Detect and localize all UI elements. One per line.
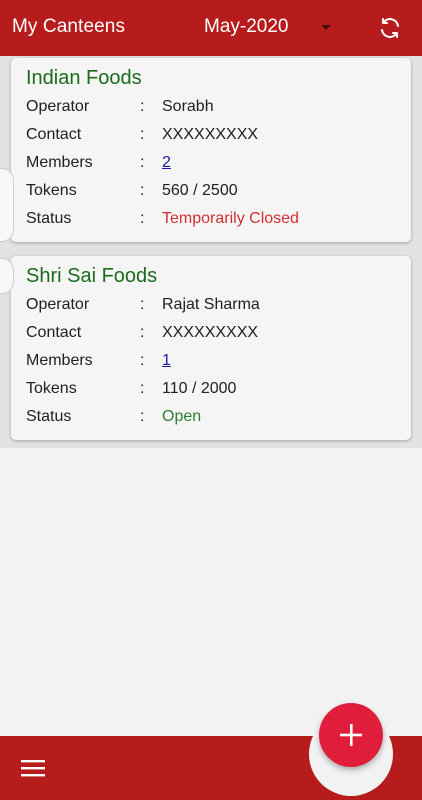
separator: :	[140, 98, 145, 115]
canteen-name: Shri Sai Foods	[26, 265, 158, 287]
menu-button[interactable]	[16, 752, 50, 784]
operator-row: Operator : Sorabh	[26, 98, 406, 120]
operator-row: Operator : Rajat Sharma	[26, 296, 406, 318]
plus-icon	[340, 724, 362, 746]
operator-label: Operator	[26, 98, 90, 115]
members-label: Members	[26, 352, 93, 369]
separator: :	[140, 126, 145, 143]
contact-row: Contact : XXXXXXXXX	[26, 324, 406, 346]
canteen-card[interactable]: Shri Sai Foods Operator : Rajat Sharma C…	[11, 256, 411, 440]
separator: :	[140, 210, 145, 227]
tokens-value: 560 / 2500	[162, 182, 238, 199]
contact-value: XXXXXXXXX	[162, 324, 259, 341]
contact-label: Contact	[26, 126, 82, 143]
tokens-label: Tokens	[26, 380, 77, 397]
separator: :	[140, 296, 145, 313]
operator-value: Rajat Sharma	[162, 296, 260, 313]
month-dropdown[interactable]: May-2020	[180, 0, 340, 56]
operator-label: Operator	[26, 296, 90, 313]
contact-label: Contact	[26, 324, 82, 341]
members-row: Members : 1	[26, 352, 406, 374]
separator: :	[140, 380, 145, 397]
tokens-label: Tokens	[26, 182, 77, 199]
status-row: Status : Temporarily Closed	[26, 210, 406, 232]
separator: :	[140, 182, 145, 199]
app-bar: My Canteens May-2020	[0, 0, 422, 56]
add-canteen-button[interactable]	[319, 703, 383, 767]
drawer-edge-handle[interactable]	[0, 258, 14, 294]
caret-down-icon	[321, 25, 331, 30]
members-link[interactable]: 1	[162, 352, 171, 370]
contact-row: Contact : XXXXXXXXX	[26, 126, 406, 148]
separator: :	[140, 408, 145, 425]
members-row: Members : 2	[26, 154, 406, 176]
separator: :	[140, 154, 145, 171]
members-label: Members	[26, 154, 93, 171]
members-link[interactable]: 2	[162, 154, 171, 172]
drawer-edge-handle[interactable]	[0, 168, 14, 242]
separator: :	[140, 324, 145, 341]
status-label: Status	[26, 408, 72, 425]
status-value: Open	[162, 408, 202, 425]
operator-value: Sorabh	[162, 98, 214, 115]
tokens-row: Tokens : 110 / 2000	[26, 380, 406, 402]
refresh-icon	[381, 18, 399, 38]
status-row: Status : Open	[26, 408, 406, 430]
status-value: Temporarily Closed	[162, 210, 299, 227]
canteen-card[interactable]: Indian Foods Operator : Sorabh Contact :…	[11, 58, 411, 242]
refresh-button[interactable]	[374, 12, 406, 44]
status-label: Status	[26, 210, 72, 227]
tokens-row: Tokens : 560 / 2500	[26, 182, 406, 204]
separator: :	[140, 352, 145, 369]
hamburger-menu-icon	[21, 760, 45, 777]
contact-value: XXXXXXXXX	[162, 126, 259, 143]
month-value: May-2020	[204, 16, 289, 37]
page-title: My Canteens	[12, 16, 126, 37]
canteen-name: Indian Foods	[26, 67, 142, 89]
tokens-value: 110 / 2000	[162, 380, 237, 397]
